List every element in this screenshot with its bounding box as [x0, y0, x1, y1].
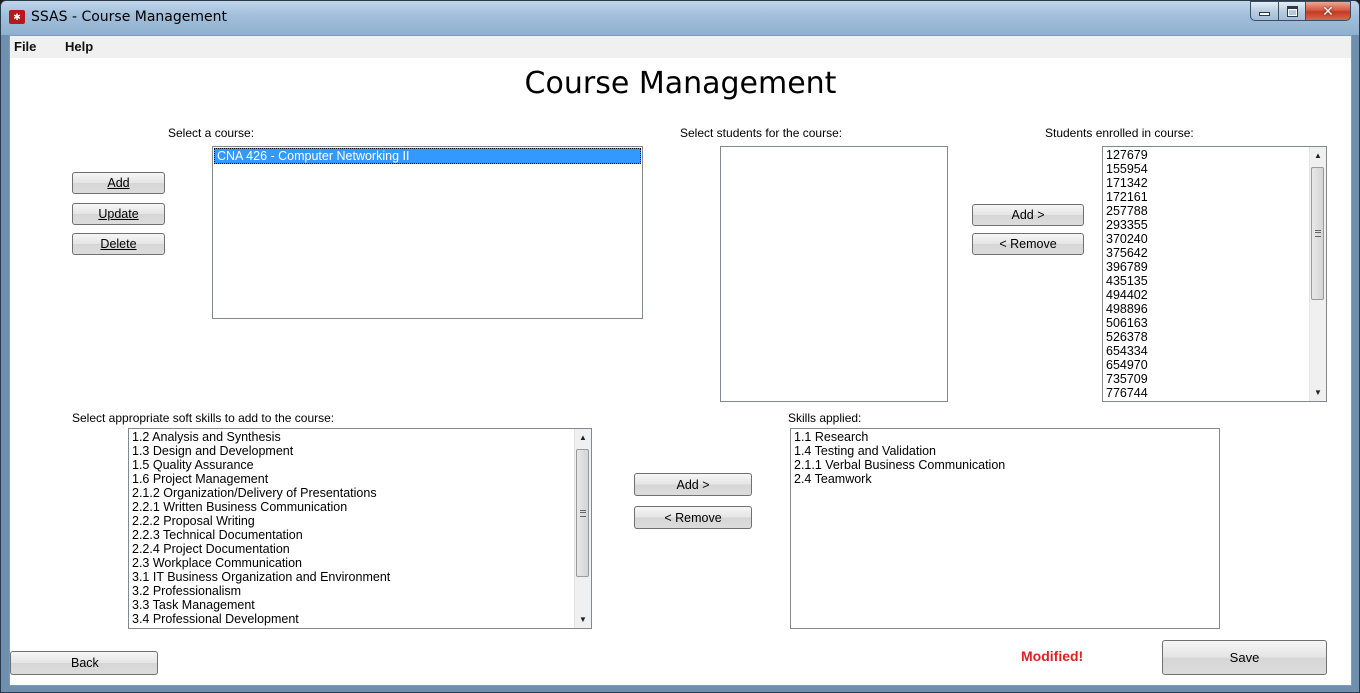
- list-item[interactable]: 127679: [1106, 148, 1323, 162]
- scroll-down-icon[interactable]: ▼: [1310, 384, 1326, 401]
- update-course-button[interactable]: Update: [72, 203, 165, 225]
- modified-status: Modified!: [1021, 648, 1084, 664]
- soft-skills-scrollbar[interactable]: ▲ ▼: [574, 429, 591, 628]
- menu-help[interactable]: Help: [65, 39, 93, 54]
- list-item[interactable]: 1.1 Research: [794, 430, 1216, 444]
- remove-student-button[interactable]: < Remove: [972, 233, 1084, 255]
- window-title: SSAS - Course Management: [31, 9, 227, 25]
- caption-buttons: ✕: [1250, 1, 1351, 21]
- list-item[interactable]: 172161: [1106, 190, 1323, 204]
- list-item[interactable]: 155954: [1106, 162, 1323, 176]
- add-course-label: Add: [107, 176, 130, 190]
- list-item[interactable]: 3.3 Task Management: [132, 598, 588, 612]
- soft-skills-list[interactable]: 1.2 Analysis and Synthesis 1.3 Design and…: [128, 428, 592, 629]
- students-enrolled-items: 127679 155954 171342 172161 257788 293355 3702…: [1103, 147, 1326, 401]
- list-item[interactable]: 2.2.1 Written Business Communication: [132, 500, 588, 514]
- list-item[interactable]: 2.1.1 Verbal Business Communication: [794, 458, 1216, 472]
- maximize-button[interactable]: [1278, 1, 1305, 21]
- students-enrolled-scrollbar[interactable]: ▲ ▼: [1309, 147, 1326, 401]
- scroll-up-icon[interactable]: ▲: [1310, 147, 1326, 164]
- list-item[interactable]: 1.3 Design and Development: [132, 444, 588, 458]
- list-item[interactable]: 3.2 Professionalism: [132, 584, 588, 598]
- client-area: File Help Course Management Select a cou…: [9, 35, 1352, 686]
- list-item[interactable]: 494402: [1106, 288, 1323, 302]
- list-item[interactable]: 654334: [1106, 344, 1323, 358]
- minimize-icon: [1259, 12, 1270, 16]
- update-course-label: Update: [98, 207, 139, 221]
- close-icon: ✕: [1322, 3, 1334, 19]
- list-item[interactable]: 375642: [1106, 246, 1323, 260]
- list-item[interactable]: 1.5 Quality Assurance: [132, 458, 588, 472]
- remove-skill-button[interactable]: < Remove: [634, 506, 752, 529]
- list-item[interactable]: 2.3 Workplace Communication: [132, 556, 588, 570]
- skills-applied-items: 1.1 Research 1.4 Testing and Validation 2.…: [791, 429, 1219, 487]
- list-item[interactable]: 171342: [1106, 176, 1323, 190]
- course-items: CNA 426 - Computer Networking II: [213, 147, 642, 165]
- save-button[interactable]: Save: [1162, 640, 1327, 675]
- scroll-up-icon[interactable]: ▲: [575, 429, 591, 446]
- list-item[interactable]: 435135: [1106, 274, 1323, 288]
- list-item[interactable]: 257788: [1106, 204, 1323, 218]
- students-available-list[interactable]: [720, 146, 948, 402]
- list-item[interactable]: 3.1 IT Business Organization and Environ…: [132, 570, 588, 584]
- close-button[interactable]: ✕: [1305, 1, 1351, 21]
- grip-icon: [579, 509, 586, 517]
- list-item[interactable]: 2.1.2 Organization/Delivery of Presentat…: [132, 486, 588, 500]
- skills-applied-list[interactable]: 1.1 Research 1.4 Testing and Validation 2.…: [790, 428, 1220, 629]
- add-skill-button[interactable]: Add >: [634, 473, 752, 496]
- course-label: Select a course:: [168, 126, 255, 140]
- list-item[interactable]: 1.2 Analysis and Synthesis: [132, 430, 588, 444]
- title-bar[interactable]: ✱ SSAS - Course Management ✕: [1, 1, 1359, 35]
- page-title: Course Management: [524, 66, 837, 101]
- list-item[interactable]: 1.4 Testing and Validation: [794, 444, 1216, 458]
- students-available-items: [721, 147, 947, 149]
- delete-course-label: Delete: [100, 237, 137, 251]
- students-enrolled-label: Students enrolled in course:: [1045, 126, 1194, 140]
- maximize-icon: [1286, 5, 1298, 17]
- ssas-logo-icon: ✱: [9, 10, 25, 24]
- add-course-button[interactable]: Add: [72, 172, 165, 194]
- soft-skills-items: 1.2 Analysis and Synthesis 1.3 Design and…: [129, 429, 591, 627]
- list-item[interactable]: 3.4 Professional Development: [132, 612, 588, 626]
- list-item[interactable]: 370240: [1106, 232, 1323, 246]
- list-item[interactable]: 2.2.4 Project Documentation: [132, 542, 588, 556]
- list-item[interactable]: 396789: [1106, 260, 1323, 274]
- minimize-button[interactable]: [1250, 1, 1278, 21]
- list-item[interactable]: 506163: [1106, 316, 1323, 330]
- students-enrolled-list[interactable]: 127679 155954 171342 172161 257788 293355 3702…: [1102, 146, 1327, 402]
- scroll-thumb[interactable]: [1311, 167, 1324, 300]
- delete-course-button[interactable]: Delete: [72, 233, 165, 255]
- course-list[interactable]: CNA 426 - Computer Networking II: [212, 146, 643, 319]
- back-button[interactable]: Back: [10, 651, 158, 675]
- list-item[interactable]: 1.6 Project Management: [132, 472, 588, 486]
- list-item[interactable]: 2.4 Teamwork: [794, 472, 1216, 486]
- students-available-label: Select students for the course:: [680, 126, 843, 140]
- list-item[interactable]: 526378: [1106, 330, 1323, 344]
- soft-skills-label: Select appropriate soft skills to add to…: [72, 411, 335, 425]
- app-window: ✱ SSAS - Course Management ✕ File Help C…: [0, 0, 1360, 693]
- list-item[interactable]: 735709: [1106, 372, 1323, 386]
- list-item[interactable]: 498896: [1106, 302, 1323, 316]
- add-student-button[interactable]: Add >: [972, 204, 1084, 226]
- scroll-thumb[interactable]: [576, 449, 589, 577]
- skills-applied-label: Skills applied:: [788, 411, 862, 425]
- grip-icon: [1314, 230, 1321, 237]
- list-item[interactable]: 2.2.3 Technical Documentation: [132, 528, 588, 542]
- list-item[interactable]: 293355: [1106, 218, 1323, 232]
- list-item[interactable]: 2.2.2 Proposal Writing: [132, 514, 588, 528]
- list-item[interactable]: 654970: [1106, 358, 1323, 372]
- menu-file[interactable]: File: [14, 39, 36, 54]
- list-item[interactable]: 776744: [1106, 386, 1323, 400]
- list-item[interactable]: CNA 426 - Computer Networking II: [214, 148, 641, 164]
- scroll-down-icon[interactable]: ▼: [575, 611, 591, 628]
- menu-bar: File Help: [10, 36, 1351, 58]
